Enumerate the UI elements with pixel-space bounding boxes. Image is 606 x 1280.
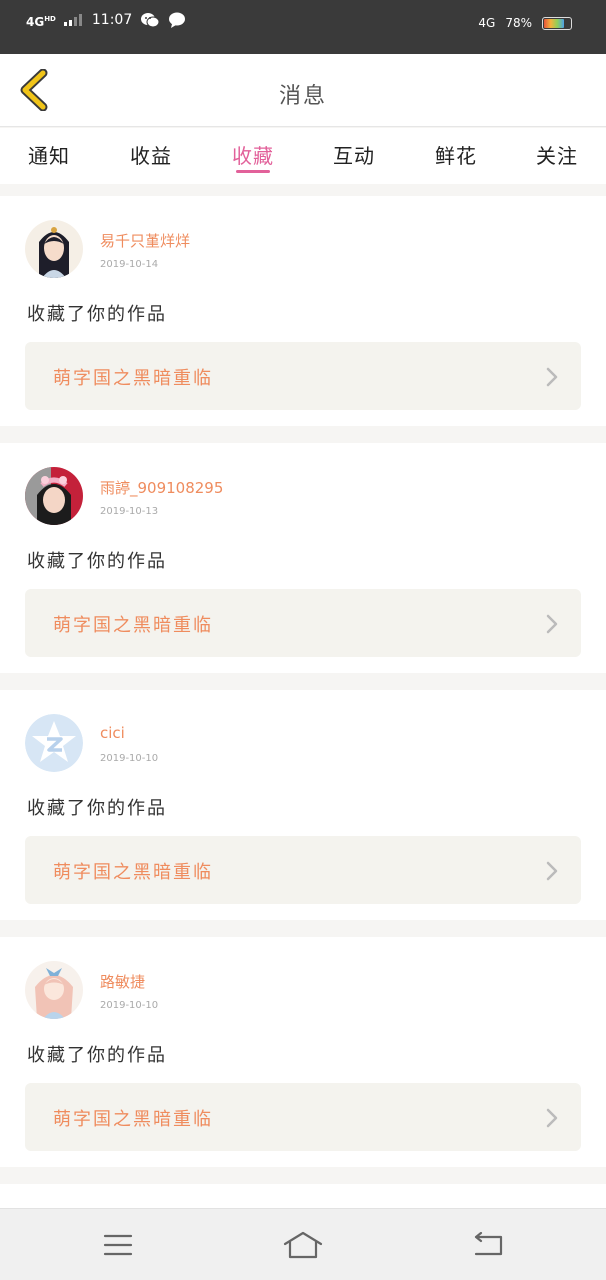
username[interactable]: 路敏捷	[100, 971, 145, 992]
tab-following[interactable]: 关注	[522, 140, 592, 169]
action-text: 收藏了你的作品	[27, 798, 167, 819]
timestamp: 2019-10-10	[100, 1000, 159, 1011]
action-text: 收藏了你的作品	[27, 1045, 167, 1066]
tab-bar: 通知 收益 收藏 互动 鲜花 关注	[0, 128, 606, 184]
tab-earnings[interactable]: 收益	[116, 140, 186, 169]
message-item: cici 2019-10-10 收藏了你的作品 萌字国之黑暗重临	[0, 690, 606, 920]
timestamp: 2019-10-14	[100, 259, 159, 270]
chevron-right-icon	[546, 614, 558, 634]
work-link[interactable]: 萌字国之黑暗重临	[25, 589, 581, 657]
timestamp: 2019-10-13	[100, 506, 159, 517]
message-item: 路敏捷 2019-10-10 收藏了你的作品 萌字国之黑暗重临	[0, 937, 606, 1167]
action-text: 收藏了你的作品	[27, 551, 167, 572]
back-icon	[474, 1232, 503, 1256]
tab-notifications[interactable]: 通知	[14, 140, 84, 169]
network-indicator: 4GHD	[26, 14, 56, 29]
battery-icon	[542, 16, 572, 30]
active-tab-indicator	[236, 170, 270, 173]
work-link[interactable]: 萌字国之黑暗重临	[25, 836, 581, 904]
tab-favorites[interactable]: 收藏	[218, 140, 288, 169]
avatar[interactable]	[25, 961, 83, 1019]
wechat-icon	[141, 13, 160, 28]
chevron-right-icon	[546, 367, 558, 387]
tab-flowers[interactable]: 鲜花	[421, 140, 491, 169]
work-link[interactable]: 萌字国之黑暗重临	[25, 1083, 581, 1151]
page-title: 消息	[278, 84, 327, 109]
work-title: 萌字国之黑暗重临	[53, 1109, 213, 1130]
system-nav-bar	[0, 1208, 606, 1280]
chevron-right-icon	[546, 861, 558, 881]
work-link[interactable]: 萌字国之黑暗重临	[25, 342, 581, 410]
qq-default-avatar-icon	[25, 714, 83, 772]
message-item: 易千只堇烊烊 2019-10-14 收藏了你的作品 萌字国之黑暗重临	[0, 196, 606, 426]
username[interactable]: 易千只堇烊烊	[100, 230, 190, 251]
work-title: 萌字国之黑暗重临	[53, 615, 213, 636]
tab-interactions[interactable]: 互动	[319, 140, 389, 169]
battery-percent: 78%	[505, 16, 532, 30]
home-icon	[283, 1231, 323, 1259]
back-nav-button[interactable]	[468, 1227, 508, 1263]
app-header: 消息	[0, 54, 606, 127]
avatar[interactable]	[25, 220, 83, 278]
chevron-right-icon	[546, 1108, 558, 1128]
message-bubble-icon	[169, 12, 186, 28]
avatar[interactable]	[25, 467, 83, 525]
home-button[interactable]	[283, 1227, 323, 1263]
work-title: 萌字国之黑暗重临	[53, 368, 213, 389]
username[interactable]: cici	[100, 724, 125, 742]
network-indicator-right: 4G	[478, 16, 496, 30]
signal-icon	[63, 14, 82, 26]
girl-portrait-avatar-icon	[25, 220, 83, 278]
work-title: 萌字国之黑暗重临	[53, 862, 213, 883]
avatar[interactable]	[25, 714, 83, 772]
clock: 11:07	[91, 12, 133, 28]
menu-icon	[103, 1234, 133, 1256]
anime-girl-avatar-icon	[25, 961, 83, 1019]
action-text: 收藏了你的作品	[27, 304, 167, 325]
girl-photo-avatar-icon	[25, 467, 83, 525]
message-item: 雨諪_909108295 2019-10-13 收藏了你的作品 萌字国之黑暗重临	[0, 443, 606, 673]
username[interactable]: 雨諪_909108295	[100, 477, 223, 498]
menu-button[interactable]	[98, 1227, 138, 1263]
timestamp: 2019-10-10	[100, 753, 159, 764]
status-bar: 4GHD 11:07 4G 78%	[0, 0, 606, 54]
